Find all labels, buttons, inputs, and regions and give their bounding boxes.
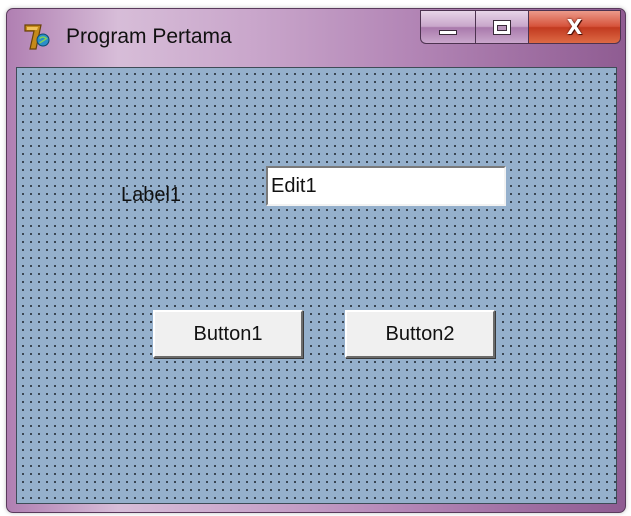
button1[interactable]: Button1 — [153, 310, 303, 358]
button2[interactable]: Button2 — [345, 310, 495, 358]
close-icon: X — [566, 15, 583, 39]
maximize-icon — [493, 19, 511, 35]
caption-buttons: X — [420, 10, 621, 44]
label1[interactable]: Label1 — [121, 184, 181, 207]
window-title: Program Pertama — [66, 25, 232, 48]
close-button[interactable]: X — [528, 10, 621, 44]
delphi-7-app-icon — [24, 24, 50, 50]
maximize-button[interactable] — [475, 10, 528, 44]
minimize-icon — [439, 29, 457, 35]
app-window: Program Pertama X Label1 Button1 Button2 — [6, 8, 626, 513]
minimize-button[interactable] — [420, 10, 475, 44]
edit1-field[interactable] — [266, 166, 506, 206]
title-bar[interactable]: Program Pertama X — [7, 9, 625, 63]
form-design-surface[interactable]: Label1 Button1 Button2 — [16, 67, 617, 504]
